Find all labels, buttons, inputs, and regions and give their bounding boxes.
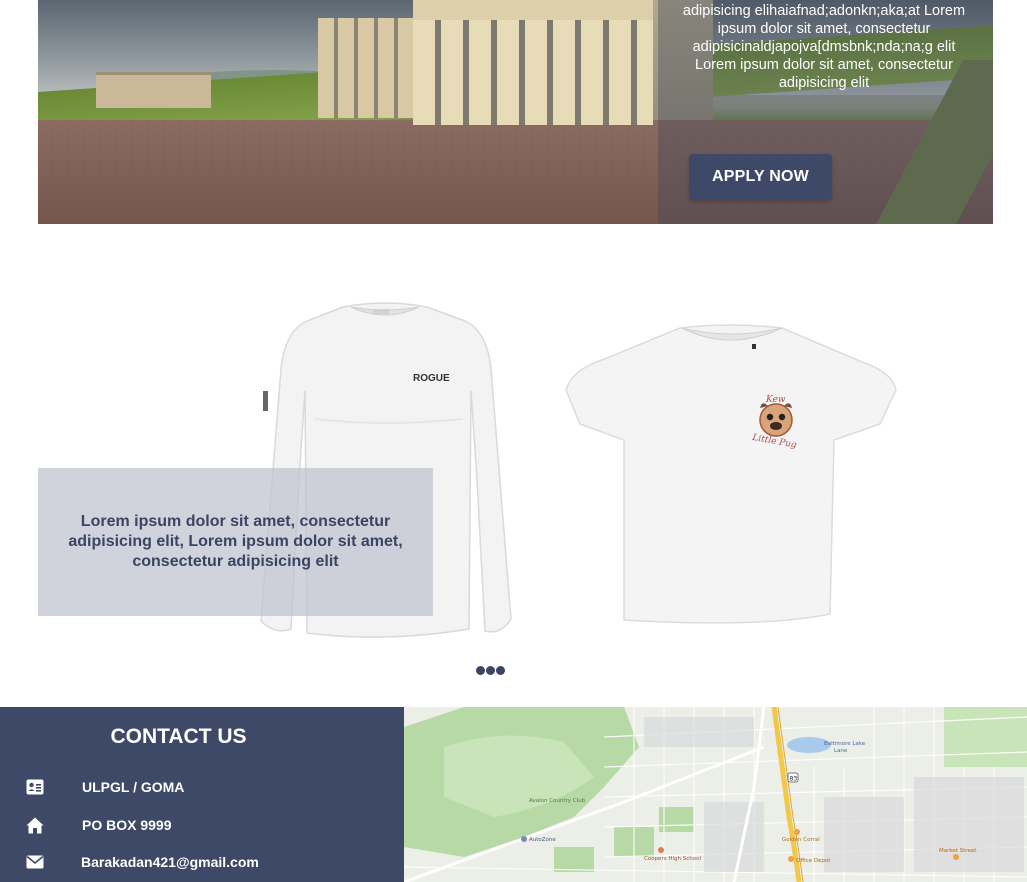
map-label-autozone: AutoZone: [529, 837, 556, 843]
map-label-lane: Lane: [834, 748, 848, 754]
id-card-icon: [26, 778, 44, 796]
carousel-dots: [476, 666, 505, 675]
map-pin-market-street: [953, 854, 959, 860]
carousel-dot-3[interactable]: [496, 666, 505, 675]
hero-banner: adipisicing elihaiafnad;adonkn;aka;at Lo…: [38, 0, 993, 224]
carousel-dot-1[interactable]: [476, 666, 485, 675]
hero-text: adipisicing elihaiafnad;adonkn;aka;at Lo…: [682, 3, 966, 91]
map-label-golden-corral: Golden Corral: [782, 837, 820, 843]
carousel-caption-box: Lorem ipsum dolor sit amet, consectetur …: [38, 468, 433, 616]
contact-row-email: Barakadan421@gmail.com: [26, 852, 259, 872]
carousel-caption-text: Lorem ipsum dolor sit amet, consectetur …: [68, 513, 403, 570]
hero-building-roof: [413, 0, 653, 20]
product-carousel: ROGUE Kew Little Pug Lorem ipsum dolor s…: [0, 224, 1027, 707]
contact-address-value: ULPGL / GOMA: [82, 779, 185, 795]
pug-logo-icon: [759, 403, 793, 437]
map-label-avalon: Avalon Country Club: [529, 798, 586, 804]
contact-title: CONTACT US: [110, 725, 247, 748]
map-pin-autozone: [521, 836, 527, 842]
tee-shirt-body: [565, 324, 897, 624]
map-label-office-depot: Office Depot: [796, 858, 831, 864]
map-green-block-4: [944, 707, 1027, 767]
long-sleeve-shirt-tag: [373, 309, 389, 314]
home-icon: [26, 816, 44, 834]
carousel-dot-2[interactable]: [486, 666, 495, 675]
map-shield-label: 83: [790, 776, 798, 783]
hero-building-left: [318, 18, 413, 118]
tee-logo-line1: Kew: [765, 395, 786, 405]
map-label-lake: Baltimore Lake: [824, 741, 866, 747]
contact-email-value[interactable]: Barakadan421@gmail.com: [81, 854, 259, 870]
envelope-icon: [26, 853, 44, 871]
contact-pobox-value: PO BOX 9999: [82, 817, 172, 833]
apply-now-button[interactable]: APPLY NOW: [689, 154, 832, 200]
contact-row-pobox: PO BOX 9999: [26, 815, 172, 835]
map-green-block-3: [554, 847, 594, 872]
contact-row-address: ULPGL / GOMA: [26, 777, 184, 797]
tee-shirt-tag: [752, 344, 756, 349]
map-label-market-street: Market Street: [939, 848, 977, 854]
map-pin-office-depot: [788, 856, 794, 862]
map-pin-golden-corral: [794, 829, 800, 835]
hero-building-small: [96, 72, 211, 108]
map-pin-coopers-school: [658, 847, 664, 853]
tee-shirt-image[interactable]: Kew Little Pug: [562, 324, 902, 629]
long-sleeve-brand-text: ROGUE: [413, 373, 450, 384]
location-map[interactable]: 83 Avalon Country Club Lane Baltimore La…: [404, 707, 1027, 882]
map-label-coopers: Coopers High School: [644, 856, 701, 862]
contact-section: CONTACT US ULPGL / GOMA PO BOX 9999 Bara…: [0, 707, 404, 882]
map-canvas: 83 Avalon Country Club Lane Baltimore La…: [404, 707, 1027, 882]
long-sleeve-flag-patch: [263, 391, 268, 411]
